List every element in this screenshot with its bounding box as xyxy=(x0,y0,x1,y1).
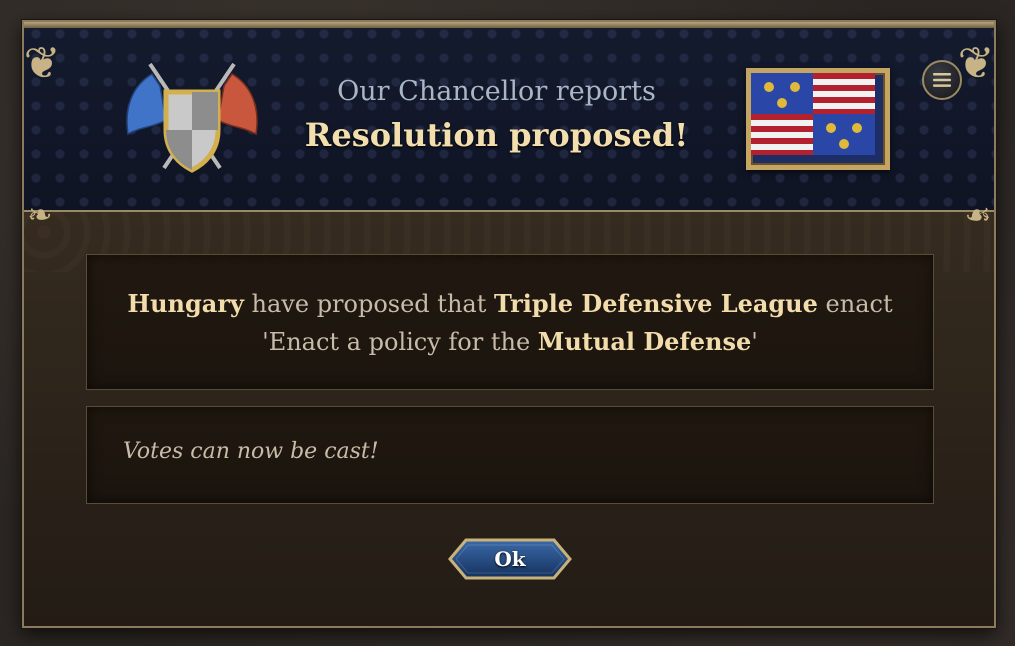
proposer-country: Hungary xyxy=(127,289,244,318)
event-dialog: Our Chancellor reports Resolution propos… xyxy=(22,20,996,628)
country-flag xyxy=(746,68,890,170)
ok-button[interactable]: Ok xyxy=(448,536,572,582)
organization-name: Triple Defensive League xyxy=(493,289,818,318)
message-fragment: ' xyxy=(751,328,758,356)
dialog-header: Our Chancellor reports Resolution propos… xyxy=(24,22,994,212)
ornament-corner-icon: ❦ xyxy=(957,38,995,89)
votes-panel: Votes can now be cast! xyxy=(86,406,934,504)
votes-text: Votes can now be cast! xyxy=(123,439,379,464)
header-trim xyxy=(24,22,994,28)
message-fragment: have proposed that xyxy=(243,290,494,318)
ornament-corner-icon: ❦ xyxy=(23,38,61,89)
ornament-corner-icon: ☙ xyxy=(964,198,992,233)
message-text: Hungary have proposed that Triple Defens… xyxy=(107,285,913,361)
coat-of-arms-flag xyxy=(751,73,875,155)
ok-button-label: Ok xyxy=(494,547,526,571)
policy-name: Mutual Defense xyxy=(537,327,752,356)
message-panel: Hungary have proposed that Triple Defens… xyxy=(86,254,934,390)
ornament-corner-icon: ❧ xyxy=(27,198,53,233)
